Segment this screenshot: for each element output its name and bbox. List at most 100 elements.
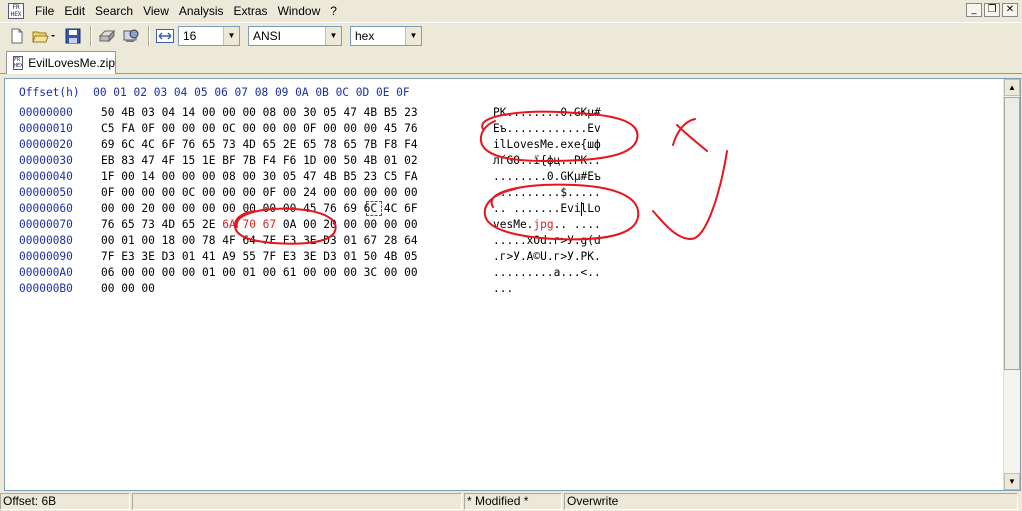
hex-row[interactable]: 00000050 0F 00 00 00 0C 00 00 00 0F 00 24…	[19, 186, 601, 202]
hex-row[interactable]: 00000040 1F 00 14 00 00 00 08 00 30 05 47…	[19, 170, 601, 186]
row-hex-bytes[interactable]: C5 FA 0F 00 00 00 0C 00 00 00 0F 00 00 0…	[101, 122, 493, 135]
row-hex-bytes[interactable]: 7F E3 3E D3 01 41 A9 55 7F E3 3E D3 01 5…	[101, 250, 493, 263]
chevron-down-icon: ▼	[325, 26, 341, 45]
display-mode-value: hex	[355, 28, 375, 43]
row-hex-bytes[interactable]: 06 00 00 00 00 01 00 01 00 61 00 00 00 3…	[101, 266, 493, 279]
hex-row[interactable]: 00000090 7F E3 3E D3 01 41 A9 55 7F E3 3E…	[19, 250, 601, 266]
ascii-caret	[581, 202, 582, 216]
row-offset: 000000B0	[19, 282, 73, 295]
row-ascii[interactable]: ilLovesMe.exe{шф	[493, 138, 601, 151]
hex-row[interactable]: 00000070 76 65 73 4D 65 2E 6A 70 67 0A 00…	[19, 218, 601, 234]
toolbar: 16 ▼ ANSI ▼ hex ▼	[0, 22, 1022, 48]
status-offset: Offset: 6B	[0, 493, 130, 510]
hex-row[interactable]: 00000030 EB 83 47 4F 15 1E BF 7B F4 F6 1D…	[19, 154, 601, 170]
charset-select[interactable]: ANSI ▼	[248, 25, 342, 46]
hex-file-icon: FR HEX	[13, 56, 24, 70]
hex-row[interactable]: 00000060 00 00 20 00 00 00 00 00 00 00 45…	[19, 202, 601, 218]
row-ascii[interactable]: лѓGO..ї{фц..PK..	[493, 154, 601, 167]
vertical-scrollbar[interactable]: ▲ ▼	[1003, 79, 1020, 490]
tab-evillovesme-zip[interactable]: FR HEX EvilLovesMe.zip	[6, 51, 116, 74]
save-button[interactable]	[62, 25, 84, 47]
menu-edit[interactable]: Edit	[59, 0, 90, 22]
cross-mark	[672, 118, 708, 152]
close-button[interactable]: ✕	[1002, 3, 1018, 17]
hex-row[interactable]: 00000000 50 4B 03 04 14 00 00 00 08 00 30…	[19, 106, 601, 122]
chevron-down-icon: ▼	[223, 26, 239, 45]
byte-width-button[interactable]	[154, 25, 176, 47]
menu-bar: FR HEX File Edit Search View Analysis Ext…	[0, 0, 1022, 22]
ascii-after: .. ....	[553, 218, 601, 231]
bytes-per-row-select[interactable]: 16 ▼	[178, 25, 240, 46]
hex-row[interactable]: 00000010 C5 FA 0F 00 00 00 0C 00 00 00 0F…	[19, 122, 601, 138]
hex-editor-pane[interactable]: Offset(h) 00 01 02 03 04 05 06 07 08 09 …	[4, 78, 1021, 491]
row-hex-bytes[interactable]: 00 00 20 00 00 00 00 00 00 00 45 76 69 6…	[101, 202, 493, 215]
row-hex-bytes[interactable]: 76 65 73 4D 65 2E 6A 70 67 0A 00 20 00 0…	[101, 218, 493, 231]
row-offset: 00000000	[19, 106, 73, 119]
row-ascii[interactable]: PK........0.GKµ#	[493, 106, 601, 119]
menu-file[interactable]: File	[30, 0, 59, 22]
row-ascii[interactable]: ..........$.....	[493, 186, 601, 199]
toolbar-separator	[90, 25, 92, 46]
row-offset: 00000090	[19, 250, 73, 263]
row-hex-bytes[interactable]: 0F 00 00 00 0C 00 00 00 0F 00 24 00 00 0…	[101, 186, 493, 199]
properties-button[interactable]	[120, 25, 142, 47]
row-ascii[interactable]: .........a...<..	[493, 266, 601, 279]
row-hex-bytes[interactable]: 50 4B 03 04 14 00 00 00 08 00 30 05 47 4…	[101, 106, 493, 119]
row-hex-bytes[interactable]: 1F 00 14 00 00 00 08 00 30 05 47 4B B5 2…	[101, 170, 493, 183]
row-offset: 00000060	[19, 202, 73, 215]
byte-width-icon	[156, 28, 174, 43]
row-ascii[interactable]: ...	[493, 282, 513, 295]
row-offset: 00000070	[19, 218, 73, 231]
menu-extras[interactable]: Extras	[229, 0, 273, 22]
new-file-icon	[11, 28, 23, 43]
hex-row[interactable]: 00000020 69 6C 4C 6F 76 65 73 4D 65 2E 65…	[19, 138, 601, 154]
row-ascii[interactable]: vesMe.jpg.. ....	[493, 218, 601, 231]
row-offset: 00000020	[19, 138, 73, 151]
charset-value: ANSI	[253, 28, 282, 43]
toolbar-separator	[148, 25, 150, 46]
row-ascii[interactable]: .. .......EvilLo	[493, 202, 601, 215]
status-bar: Offset: 6B * Modified * Overwrite	[0, 492, 1022, 511]
row-ascii[interactable]: .г>У.A©U.г>У.PK.	[493, 250, 601, 263]
status-empty	[132, 493, 462, 510]
tab-label: EvilLovesMe.zip	[28, 56, 115, 70]
row-offset: 00000040	[19, 170, 73, 183]
open-folder-icon	[32, 31, 55, 42]
row-offset: 00000030	[19, 154, 73, 167]
row-offset: 000000A0	[19, 266, 73, 279]
row-ascii[interactable]: Еъ............Ev	[493, 122, 601, 135]
menu-analysis[interactable]: Analysis	[174, 0, 229, 22]
hex-row[interactable]: 000000A0 06 00 00 00 00 01 00 01 00 61 00…	[19, 266, 601, 282]
ascii-before: vesMe.	[493, 218, 534, 231]
row-ascii[interactable]: .....xOd.г>У.g(d	[493, 234, 601, 247]
hex-bytes-before: 76 65 73 4D 65 2E	[101, 218, 223, 231]
new-file-button[interactable]	[6, 25, 28, 47]
properties-icon	[123, 29, 139, 42]
app-icon[interactable]: FR HEX	[8, 3, 24, 19]
scroll-up-icon[interactable]: ▲	[1004, 79, 1020, 96]
row-hex-bytes[interactable]: 00 00 00	[101, 282, 493, 295]
menu-window[interactable]: Window	[273, 0, 326, 22]
print-button[interactable]	[96, 25, 118, 47]
row-hex-bytes[interactable]: EB 83 47 4F 15 1E BF 7B F4 F6 1D 00 50 4…	[101, 154, 493, 167]
restore-button[interactable]: ❐	[984, 3, 1000, 17]
mdi-window-controls: _ ❐ ✕	[966, 3, 1018, 17]
scroll-down-icon[interactable]: ▼	[1004, 473, 1020, 490]
chevron-down-icon: ▼	[405, 26, 421, 45]
hex-row[interactable]: 00000080 00 01 00 18 00 78 4F 64 7F E3 3E…	[19, 234, 601, 250]
save-icon	[65, 28, 81, 43]
row-hex-bytes[interactable]: 69 6C 4C 6F 76 65 73 4D 65 2E 65 78 65 7…	[101, 138, 493, 151]
row-ascii[interactable]: ........0.GKµ#Еъ	[493, 170, 601, 183]
open-file-button[interactable]	[30, 25, 60, 47]
hex-row[interactable]: 000000B0 00 00 00...	[19, 282, 513, 298]
scroll-thumb[interactable]	[1004, 97, 1020, 370]
display-mode-select[interactable]: hex ▼	[350, 25, 422, 46]
menu-help[interactable]: ?	[325, 0, 342, 22]
menu-search[interactable]: Search	[90, 0, 138, 22]
minimize-button[interactable]: _	[966, 3, 982, 17]
row-hex-bytes[interactable]: 00 01 00 18 00 78 4F 64 7F E3 3E D3 01 6…	[101, 234, 493, 247]
hex-column-header: Offset(h) 00 01 02 03 04 05 06 07 08 09 …	[19, 86, 410, 99]
hex-view[interactable]: Offset(h) 00 01 02 03 04 05 06 07 08 09 …	[5, 79, 1003, 490]
row-offset: 00000010	[19, 122, 73, 135]
menu-view[interactable]: View	[138, 0, 174, 22]
